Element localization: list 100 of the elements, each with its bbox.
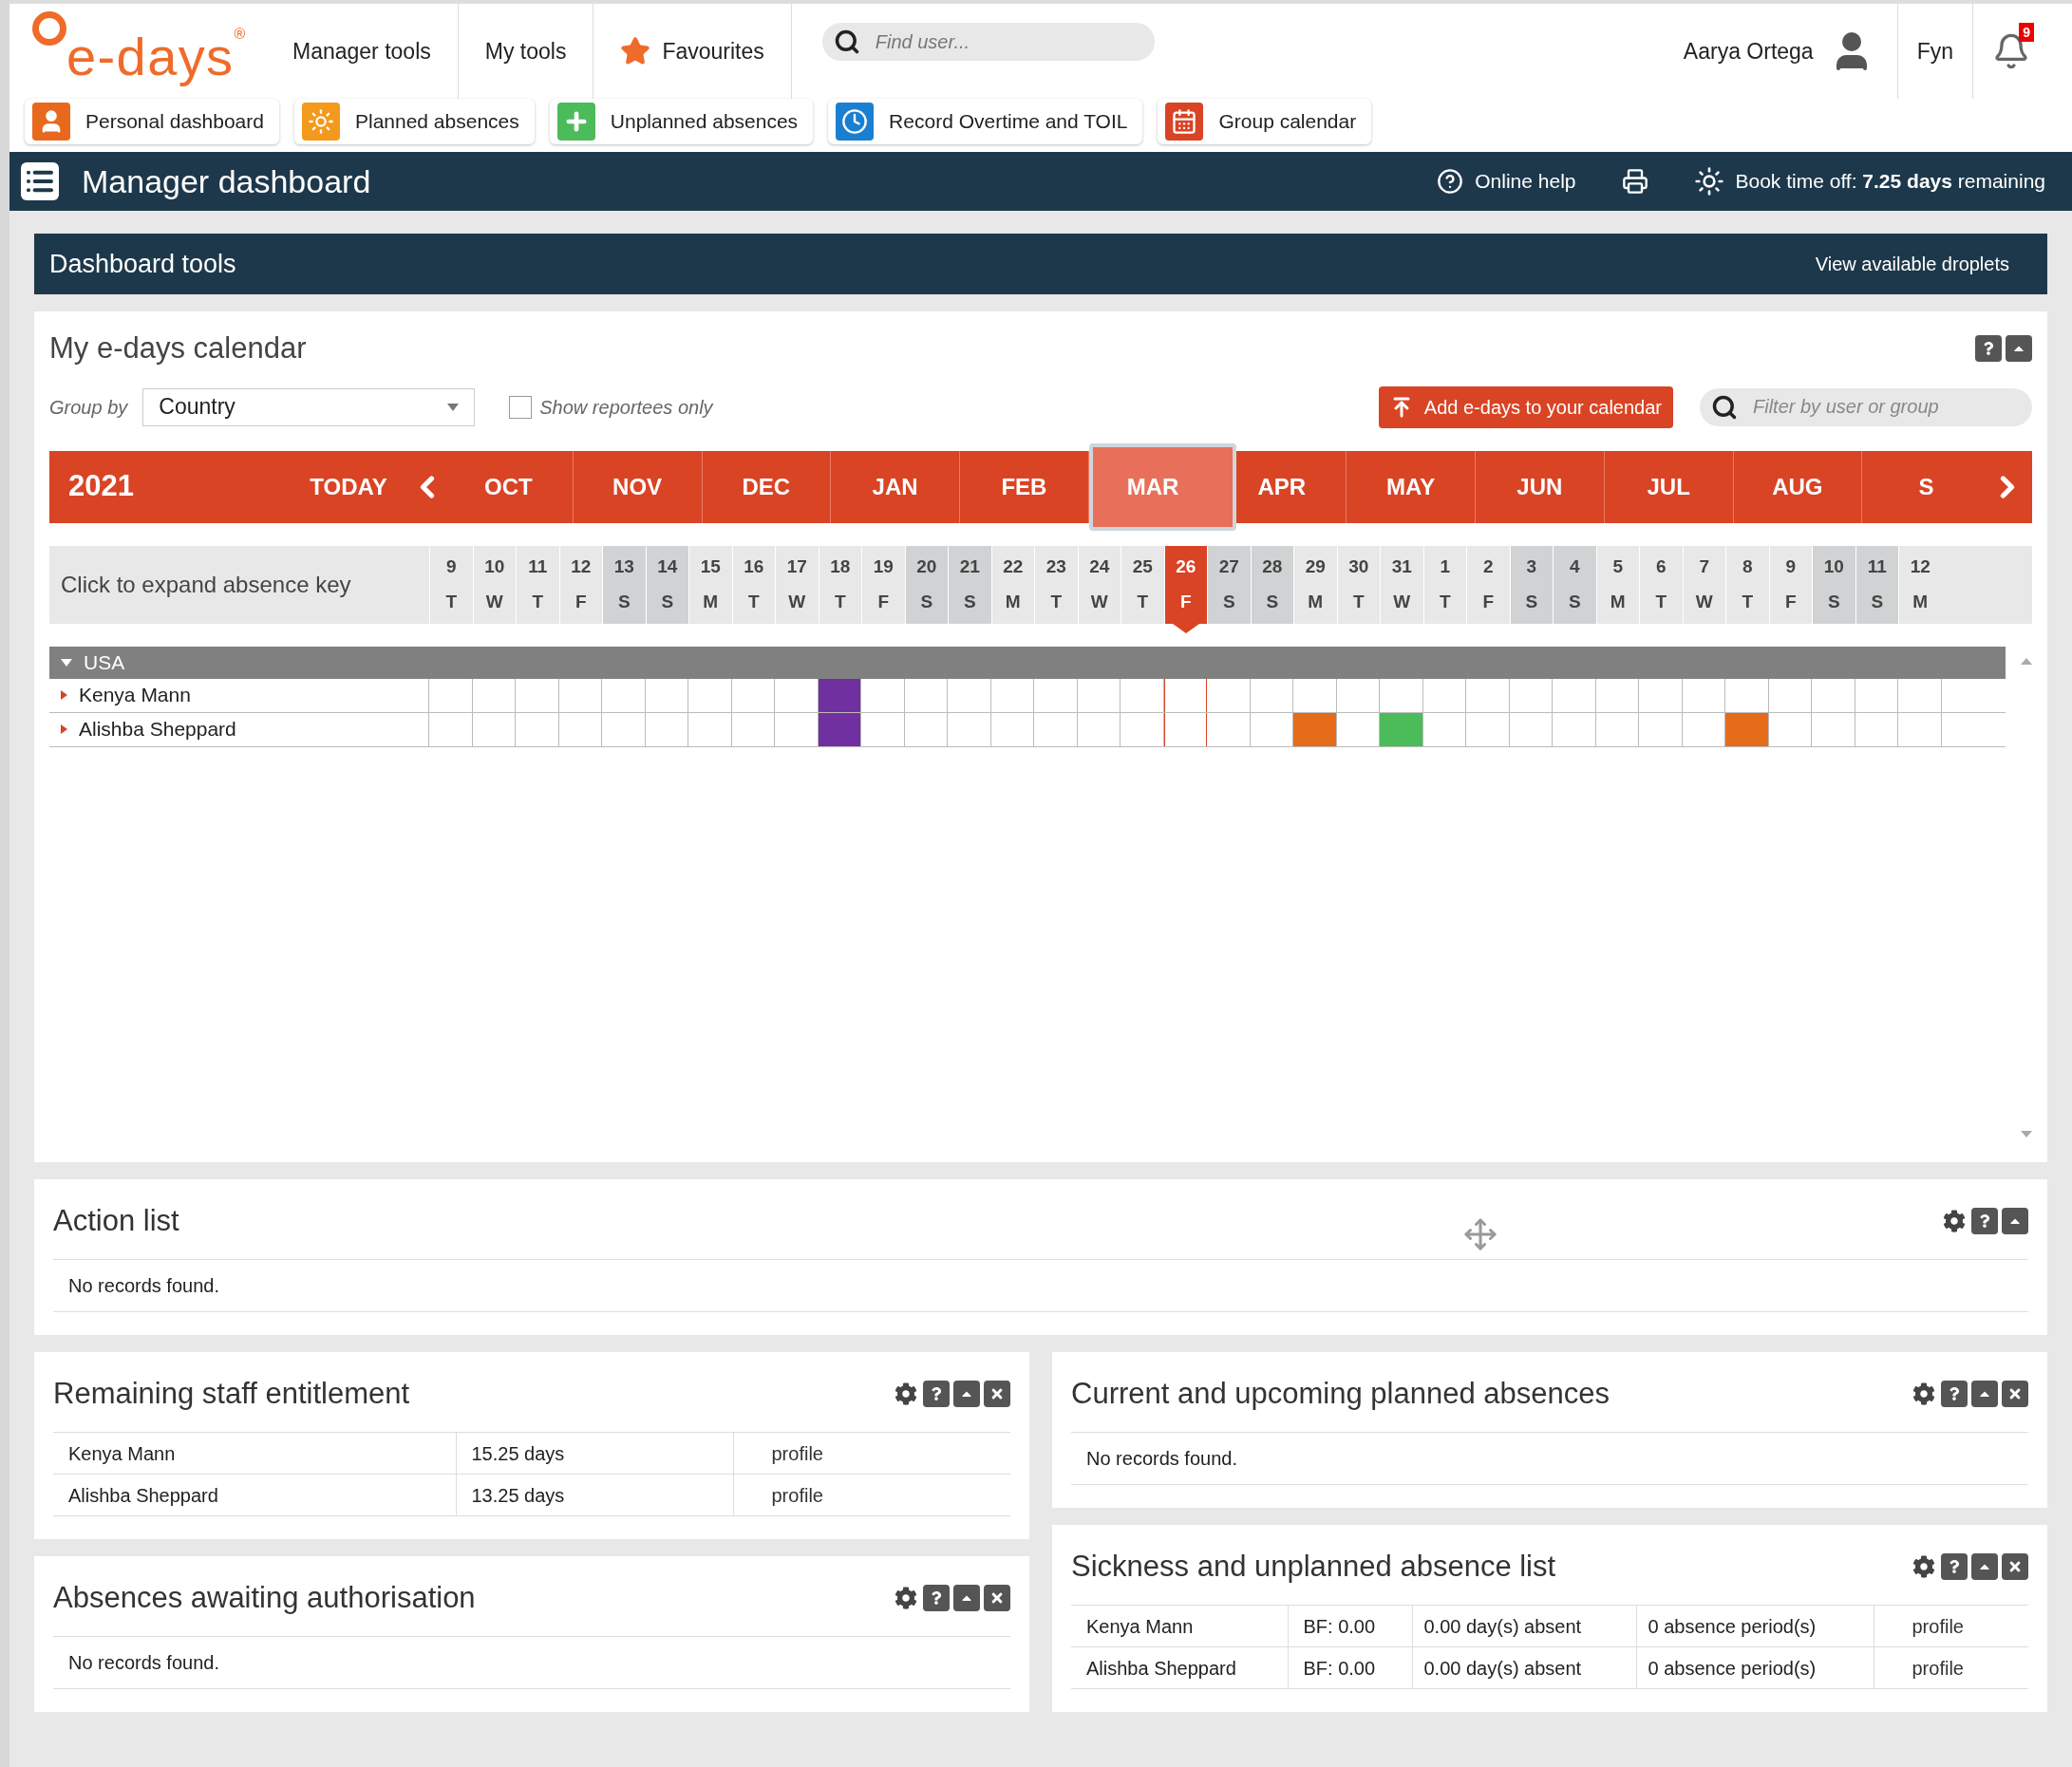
- person-name[interactable]: Alishba Sheppard: [79, 714, 236, 744]
- filter-field[interactable]: Filter by user or group: [1700, 387, 2032, 426]
- close-icon: [989, 1590, 1005, 1606]
- person-name[interactable]: Kenya Mann: [79, 680, 191, 710]
- help-button[interactable]: [1941, 1381, 1968, 1407]
- month-tab[interactable]: JAN: [872, 469, 918, 504]
- month-tab[interactable]: AUG: [1772, 469, 1823, 504]
- question-icon: [1982, 342, 1995, 356]
- settings-button[interactable]: [893, 1585, 919, 1611]
- close-icon: [2007, 1386, 2023, 1401]
- collapse-button[interactable]: [2002, 1208, 2028, 1234]
- book-time-off-text[interactable]: Book time off: 7.25 days remaining: [1735, 166, 2045, 197]
- table-cell: 0 absence period(s): [1648, 1615, 1817, 1637]
- day-header: 30 T: [1336, 545, 1380, 624]
- day-cell[interactable]: [1380, 712, 1423, 746]
- shortcut-button[interactable]: Unplanned absences: [549, 99, 814, 144]
- month-tab[interactable]: FEB: [1001, 469, 1047, 504]
- table-cell: BF: 0.00: [1303, 1615, 1376, 1637]
- add-edays-button[interactable]: Add e-days to your calendar: [1378, 385, 1673, 428]
- question-icon: [1948, 1387, 1961, 1400]
- month-tab[interactable]: NOV: [612, 469, 663, 504]
- scroll-down-icon[interactable]: [2021, 1131, 2032, 1137]
- day-cell[interactable]: [1163, 678, 1207, 712]
- absence-key-toggle[interactable]: Click to expand absence key: [49, 545, 429, 624]
- close-button[interactable]: [984, 1381, 1010, 1407]
- today-button[interactable]: TODAY: [287, 469, 410, 504]
- year-label: 2021: [67, 468, 135, 505]
- month-tab[interactable]: JUN: [1516, 469, 1563, 504]
- group-by-select[interactable]: Country: [142, 387, 476, 426]
- expand-row-icon[interactable]: [61, 690, 67, 700]
- panel-title: Current and upcoming planned absences: [1071, 1375, 1610, 1412]
- language-button[interactable]: Fyn: [1896, 4, 1972, 99]
- day-header: 5 M: [1595, 545, 1639, 624]
- shortcut-button[interactable]: Personal dashboard: [25, 99, 279, 144]
- scroll-up-icon[interactable]: [2021, 658, 2032, 665]
- day-cell[interactable]: [818, 712, 861, 746]
- sun-icon: [1693, 166, 1724, 197]
- day-header: 3 S: [1509, 545, 1553, 624]
- month-tab[interactable]: S: [1918, 469, 1934, 504]
- help-button[interactable]: [923, 1381, 950, 1407]
- collapse-button[interactable]: [953, 1585, 980, 1611]
- day-header: 29 M: [1293, 545, 1337, 624]
- shortcut-button[interactable]: Group calendar: [1158, 99, 1372, 144]
- day-cell[interactable]: [1293, 712, 1337, 746]
- table-cell: 0.00 day(s) absent: [1423, 1657, 1582, 1679]
- day-cell[interactable]: [1163, 712, 1207, 746]
- profile-link[interactable]: profile: [1912, 1657, 1964, 1679]
- help-button[interactable]: [923, 1585, 950, 1611]
- close-button[interactable]: [2002, 1553, 2028, 1580]
- settings-button[interactable]: [1911, 1381, 1937, 1407]
- online-help-link[interactable]: Online help: [1437, 166, 1576, 197]
- day-header: 25 T: [1121, 545, 1164, 624]
- expand-row-icon[interactable]: [61, 724, 67, 734]
- day-header: 21 S: [948, 545, 991, 624]
- settings-button[interactable]: [1941, 1208, 1968, 1234]
- print-icon[interactable]: [1621, 168, 1648, 195]
- month-tab[interactable]: JUL: [1647, 469, 1690, 504]
- day-cell[interactable]: [818, 678, 861, 712]
- help-button[interactable]: [1971, 1208, 1998, 1234]
- question-icon: [930, 1387, 943, 1400]
- close-button[interactable]: [984, 1585, 1010, 1611]
- shortcut-button[interactable]: Planned absences: [293, 99, 535, 144]
- shortcut-button[interactable]: Record Overtime and TOIL: [828, 99, 1143, 144]
- table-cell: Kenya Mann: [1086, 1615, 1194, 1637]
- table-cell: 13.25 days: [471, 1484, 565, 1506]
- collapse-button[interactable]: [1971, 1381, 1998, 1407]
- month-tab[interactable]: OCT: [484, 469, 533, 504]
- help-button[interactable]: [1941, 1553, 1968, 1580]
- collapse-button[interactable]: [1971, 1553, 1998, 1580]
- day-header: 10 S: [1812, 545, 1855, 624]
- day-header: 4 S: [1553, 545, 1596, 624]
- calendar-icon: [1171, 108, 1198, 135]
- day-header: 13 S: [602, 545, 646, 624]
- group-header[interactable]: USA: [49, 646, 2006, 679]
- selected-range-highlight[interactable]: [1088, 442, 1236, 531]
- star-icon: [620, 36, 651, 66]
- profile-link[interactable]: profile: [1912, 1615, 1964, 1637]
- month-tab[interactable]: DEC: [742, 469, 791, 504]
- user-name[interactable]: Aarya Ortega: [1683, 34, 1814, 68]
- collapse-button[interactable]: [953, 1381, 980, 1407]
- help-button[interactable]: [1975, 335, 2002, 363]
- day-cell[interactable]: [1725, 712, 1769, 746]
- move-icon[interactable]: [1463, 1217, 1497, 1251]
- view-droplets-link[interactable]: View available droplets: [1815, 250, 2032, 278]
- close-icon: [989, 1386, 1005, 1401]
- month-tab[interactable]: MAY: [1386, 469, 1436, 504]
- menu-icon[interactable]: [21, 162, 59, 200]
- month-tab[interactable]: APR: [1257, 469, 1307, 504]
- collapse-button[interactable]: [2006, 335, 2032, 363]
- close-button[interactable]: [2002, 1381, 2028, 1407]
- day-header: 7 W: [1682, 545, 1725, 624]
- settings-button[interactable]: [1911, 1553, 1937, 1580]
- day-header: 14 S: [645, 545, 688, 624]
- reportees-checkbox[interactable]: [509, 395, 533, 419]
- day-header: 17 W: [775, 545, 819, 624]
- settings-button[interactable]: [893, 1381, 919, 1407]
- profile-link[interactable]: profile: [771, 1484, 823, 1506]
- find-user-field[interactable]: Find user...: [821, 23, 1155, 61]
- profile-link[interactable]: profile: [771, 1442, 823, 1464]
- day-header: 31 W: [1380, 545, 1423, 624]
